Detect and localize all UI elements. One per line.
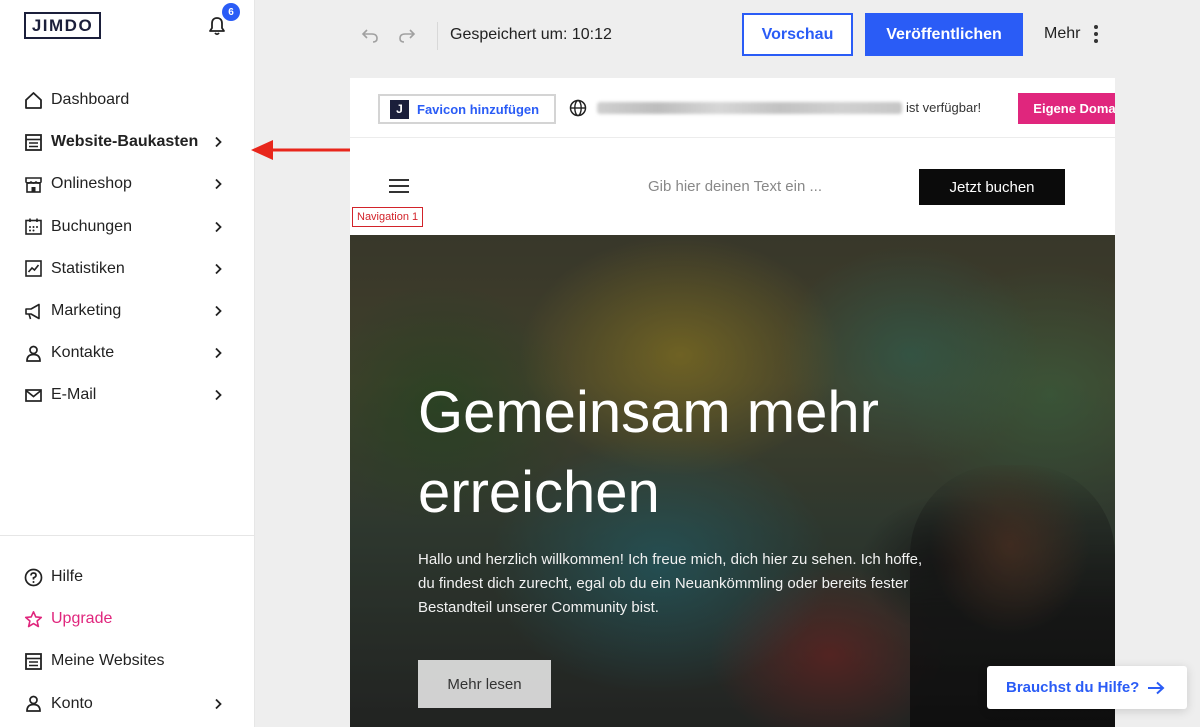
sidebar-nav: Dashboard Website-Baukasten Onlineshop B… <box>0 79 255 417</box>
sidebar-item-statistics[interactable]: Statistiken <box>0 248 255 290</box>
sidebar-item-help[interactable]: Hilfe <box>0 556 255 598</box>
star-icon <box>24 610 43 629</box>
save-status: Gespeichert um: 10:12 <box>450 26 612 43</box>
home-icon <box>24 91 43 110</box>
chevron-right-icon <box>215 179 222 190</box>
sidebar-item-label: Konto <box>51 694 93 712</box>
domain-bar: J Favicon hinzufügen ist verfügbar! Eige… <box>350 78 1115 138</box>
megaphone-icon <box>24 302 43 321</box>
builder-icon <box>24 133 43 152</box>
publish-button[interactable]: Veröffentlichen <box>865 13 1023 56</box>
chevron-right-icon <box>215 698 222 709</box>
sidebar-item-label: Buchungen <box>51 217 132 235</box>
sidebar-item-my-websites[interactable]: Meine Websites <box>0 640 255 682</box>
person-icon <box>24 694 43 713</box>
blurred-domain-url <box>597 102 902 114</box>
preview-button[interactable]: Vorschau <box>742 13 853 56</box>
sidebar-item-bookings[interactable]: Buchungen <box>0 206 255 248</box>
more-menu-button[interactable]: Mehr <box>1044 25 1099 43</box>
nav-text-placeholder[interactable]: Gib hier deinen Text ein ... <box>648 178 822 195</box>
chevron-right-icon <box>215 263 222 274</box>
globe-icon <box>569 99 587 117</box>
sidebar-item-label: Upgrade <box>51 610 113 628</box>
chevron-right-icon <box>215 390 222 401</box>
sidebar-item-onlineshop[interactable]: Onlineshop <box>0 163 255 205</box>
chevron-right-icon <box>215 221 222 232</box>
sidebar-item-dashboard[interactable]: Dashboard <box>0 79 255 121</box>
domain-availability-text: ist verfügbar! <box>906 100 982 115</box>
favicon-j-icon: J <box>390 99 409 119</box>
sidebar-item-upgrade[interactable]: Upgrade <box>0 598 255 640</box>
shop-icon <box>24 175 43 194</box>
stats-icon <box>24 259 43 278</box>
hero-text[interactable]: Hallo und herzlich willkommen! Ich freue… <box>418 548 938 620</box>
sidebar-item-label: Hilfe <box>51 568 84 586</box>
need-help-label: Brauchst du Hilfe? <box>1006 679 1140 696</box>
sidebar-item-label: Statistiken <box>51 259 125 277</box>
kebab-menu-icon <box>1094 25 1099 43</box>
undo-icon[interactable] <box>361 26 379 44</box>
notification-badge: 6 <box>222 3 240 21</box>
help-circle-icon <box>24 568 43 587</box>
sidebar-item-label: Dashboard <box>51 91 130 109</box>
sidebar-item-email[interactable]: E-Mail <box>0 374 255 416</box>
toolbar-divider <box>437 22 438 50</box>
person-icon <box>24 344 43 363</box>
arrow-right-icon <box>1148 681 1165 694</box>
sidebar-item-label: Marketing <box>51 302 122 320</box>
sidebar-item-label: Onlineshop <box>51 175 132 193</box>
redo-icon[interactable] <box>398 26 416 44</box>
hero-section: Gemeinsam mehr erreichen Hallo und herzl… <box>350 235 1115 727</box>
sidebar-divider <box>0 535 255 536</box>
jimdo-logo[interactable]: JIMDO <box>24 12 101 39</box>
add-favicon-button[interactable]: J Favicon hinzufügen <box>378 94 556 124</box>
sidebar-item-account[interactable]: Konto <box>0 683 255 725</box>
bell-icon[interactable] <box>207 16 227 36</box>
need-help-button[interactable]: Brauchst du Hilfe? <box>987 666 1187 709</box>
sidebar-item-label: Kontakte <box>51 344 115 362</box>
chevron-right-icon <box>215 137 222 148</box>
sidebar-item-label: Meine Websites <box>51 652 165 670</box>
sidebar-item-marketing[interactable]: Marketing <box>0 290 255 332</box>
chevron-right-icon <box>215 348 222 359</box>
read-more-button[interactable]: Mehr lesen <box>418 660 551 708</box>
navigation-block-tag: Navigation 1 <box>352 207 424 227</box>
sidebar-item-contacts[interactable]: Kontakte <box>0 332 255 374</box>
book-now-button[interactable]: Jetzt buchen <box>919 169 1065 205</box>
sidebar-item-website-builder[interactable]: Website-Baukasten <box>0 121 255 163</box>
calendar-icon <box>24 217 43 236</box>
more-label: Mehr <box>1044 25 1081 42</box>
sidebar-item-label: Website-Baukasten <box>51 133 199 151</box>
sidebar-bottom-nav: Hilfe Upgrade Meine Websites Konto <box>0 556 255 725</box>
add-favicon-label: Favicon hinzufügen <box>417 101 540 117</box>
website-preview: J Favicon hinzufügen ist verfügbar! Eige… <box>350 78 1115 727</box>
hamburger-menu-icon[interactable] <box>389 179 409 193</box>
site-navigation: Gib hier deinen Text ein ... Jetzt buche… <box>350 139 1115 235</box>
chevron-right-icon <box>215 305 222 317</box>
use-own-domain-button[interactable]: Eigene Domain nutzen <box>1018 93 1115 124</box>
sidebar: JIMDO 6 Dashboard Website-Baukasten Onli… <box>0 0 255 727</box>
websites-icon <box>24 652 43 671</box>
sidebar-item-label: E-Mail <box>51 386 97 404</box>
mail-icon <box>24 386 43 405</box>
hero-title[interactable]: Gemeinsam mehr erreichen <box>418 373 978 533</box>
